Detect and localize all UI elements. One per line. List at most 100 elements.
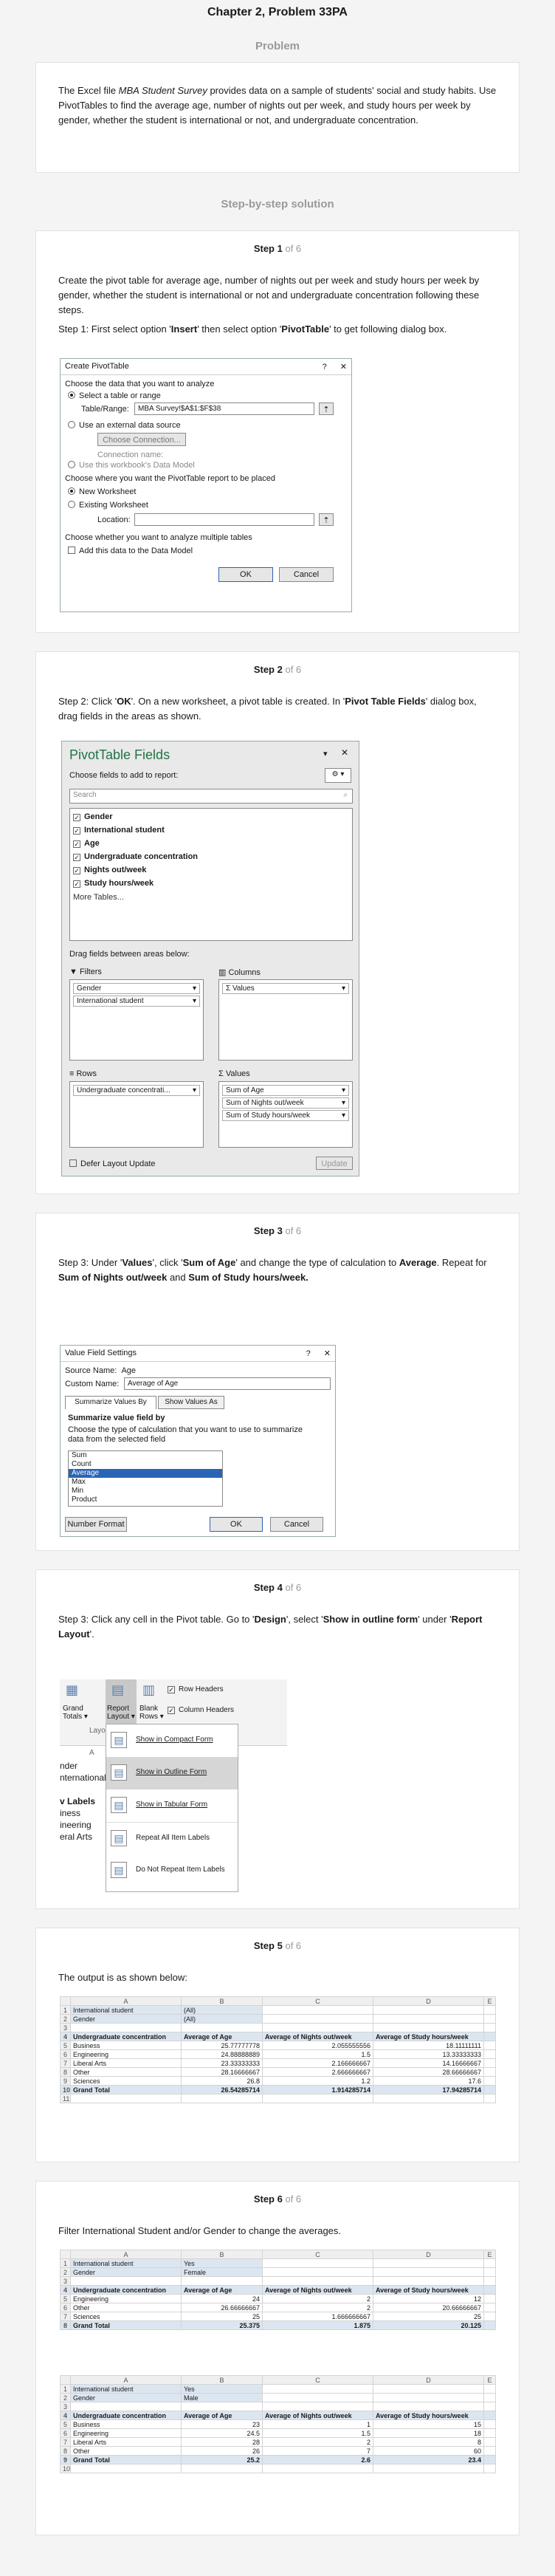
table-cell[interactable]: Grand Total [70,2455,182,2464]
table-cell[interactable]: 25.375 [181,2320,263,2330]
table-cell[interactable] [483,2384,496,2394]
area-field-item[interactable]: Sum of Study hours/week ▾ [222,1110,349,1121]
calc-option[interactable]: Sum [69,1451,222,1460]
table-cell[interactable]: 20.125 [373,2320,484,2330]
table-cell[interactable] [181,2464,263,2473]
table-cell[interactable] [483,2005,496,2015]
table-cell[interactable]: Grand Total [70,2320,182,2330]
table-cell[interactable] [483,2058,496,2068]
table-cell[interactable] [262,2005,373,2015]
field-checkbox-item[interactable]: ✓ Nights out/week [73,863,349,877]
tab-show-values-as[interactable]: Show Values As [158,1396,224,1409]
table-cell[interactable]: 24.5 [181,2428,263,2438]
table-cell[interactable] [262,2384,373,2394]
table-cell[interactable]: 17.6 [373,2076,484,2086]
table-cell[interactable]: International student [70,2005,182,2015]
table-cell[interactable]: Average of Nights out/week [262,2032,373,2041]
table-cell[interactable]: Gender [70,2267,182,2277]
column-header[interactable]: B [181,2250,263,2259]
gear-icon[interactable]: ⚙ ▾ [325,768,351,783]
location-collapse-button[interactable]: ⇡ [319,513,334,526]
table-cell[interactable] [373,2464,484,2473]
new-worksheet-radio[interactable]: New Worksheet [68,487,136,496]
table-cell[interactable]: Liberal Arts [70,2058,182,2068]
values-area[interactable]: Sum of Age ▾ Sum of Nights out/week ▾ Sum of… [218,1081,353,1148]
table-cell[interactable]: Other [70,2067,182,2077]
close-icon[interactable]: ✕ [340,363,347,371]
close-icon[interactable]: ✕ [324,1349,331,1358]
table-cell[interactable] [483,2023,496,2032]
field-checkbox-item[interactable]: ✓ Age [73,837,349,850]
field-search-input[interactable]: Search ⌕ [69,789,353,804]
table-cell[interactable]: 2 [262,2294,373,2303]
table-cell[interactable] [483,2428,496,2438]
area-field-item[interactable]: Sum of Age ▾ [222,1085,349,1096]
column-header[interactable]: E [483,2250,496,2259]
table-cell[interactable] [483,2411,496,2420]
column-header[interactable]: D [373,1996,484,2006]
table-cell[interactable] [483,2049,496,2059]
table-cell[interactable]: 2.6 [262,2455,373,2464]
table-cell[interactable] [373,2267,484,2277]
field-checkbox-item[interactable]: ✓ Gender [73,810,349,823]
help-icon[interactable]: ? [306,1349,311,1358]
existing-worksheet-radio[interactable]: Existing Worksheet [68,501,148,510]
table-cell[interactable]: Average of Nights out/week [262,2285,373,2295]
table-cell[interactable]: Engineering [70,2049,182,2059]
table-cell[interactable] [262,2258,373,2268]
table-cell[interactable]: 15 [373,2419,484,2429]
table-cell[interactable]: 2 [262,2437,373,2447]
table-cell[interactable]: 13.33333333 [373,2049,484,2059]
table-cell[interactable]: International student [70,2384,182,2394]
table-cell[interactable]: 25 [181,2312,263,2321]
column-header[interactable]: A [70,2250,182,2259]
area-field-item[interactable]: Gender ▾ [73,983,200,994]
table-cell[interactable] [262,2393,373,2402]
custom-name-input[interactable]: Average of Age [124,1377,331,1390]
column-header[interactable]: E [483,1996,496,2006]
table-cell[interactable]: Average of Age [181,2285,263,2295]
table-cell[interactable]: Gender [70,2014,182,2024]
table-cell[interactable] [70,2094,182,2103]
table-cell[interactable]: 2 [262,2303,373,2312]
table-cell[interactable] [373,2258,484,2268]
table-cell[interactable] [483,2303,496,2312]
field-checkbox-item[interactable]: ✓ Undergraduate concentration [73,850,349,863]
table-cell[interactable]: Female [181,2267,263,2277]
table-cell[interactable] [373,2094,484,2103]
table-cell[interactable]: 26.8 [181,2076,263,2086]
table-cell[interactable] [483,2014,496,2024]
table-cell[interactable] [373,2005,484,2015]
table-cell[interactable] [483,2094,496,2103]
table-cell[interactable]: (All) [181,2014,263,2024]
table-cell[interactable] [181,2276,263,2286]
table-cell[interactable]: 23.4 [373,2455,484,2464]
table-cell[interactable] [483,2455,496,2464]
table-cell[interactable]: 2.166666667 [262,2058,373,2068]
update-button[interactable]: Update [316,1157,353,1170]
table-cell[interactable]: Other [70,2446,182,2456]
layout-menu-item[interactable]: ▤ Show in Outline Form [106,1757,238,1789]
table-cell[interactable]: 25 [373,2312,484,2321]
table-cell[interactable]: 25.77777778 [181,2041,263,2050]
area-field-item[interactable]: Undergraduate concentrati... ▾ [73,1085,200,1096]
table-cell[interactable]: 23.33333333 [181,2058,263,2068]
calc-type-list[interactable]: Sum Count Average Max Min Product [68,1450,223,1507]
table-cell[interactable]: Average of Age [181,2411,263,2420]
table-cell[interactable] [181,2402,263,2411]
calc-option[interactable]: Max [69,1478,222,1487]
table-cell[interactable] [70,2276,182,2286]
table-cell[interactable]: 1.2 [262,2076,373,2086]
table-cell[interactable] [483,2032,496,2041]
table-cell[interactable]: Business [70,2419,182,2429]
layout-menu-item[interactable]: ▤ Show in Compact Form [106,1724,238,1757]
use-data-model-radio[interactable]: Use this workbook's Data Model [68,461,195,470]
table-cell[interactable]: 23 [181,2419,263,2429]
column-header[interactable]: B [181,2375,263,2385]
column-header[interactable]: D [373,2375,484,2385]
cancel-button[interactable]: Cancel [270,1517,323,1532]
table-cell[interactable]: 26 [181,2446,263,2456]
table-cell[interactable]: 24 [181,2294,263,2303]
table-cell[interactable] [483,2258,496,2268]
close-icon[interactable]: ✕ [341,747,348,758]
